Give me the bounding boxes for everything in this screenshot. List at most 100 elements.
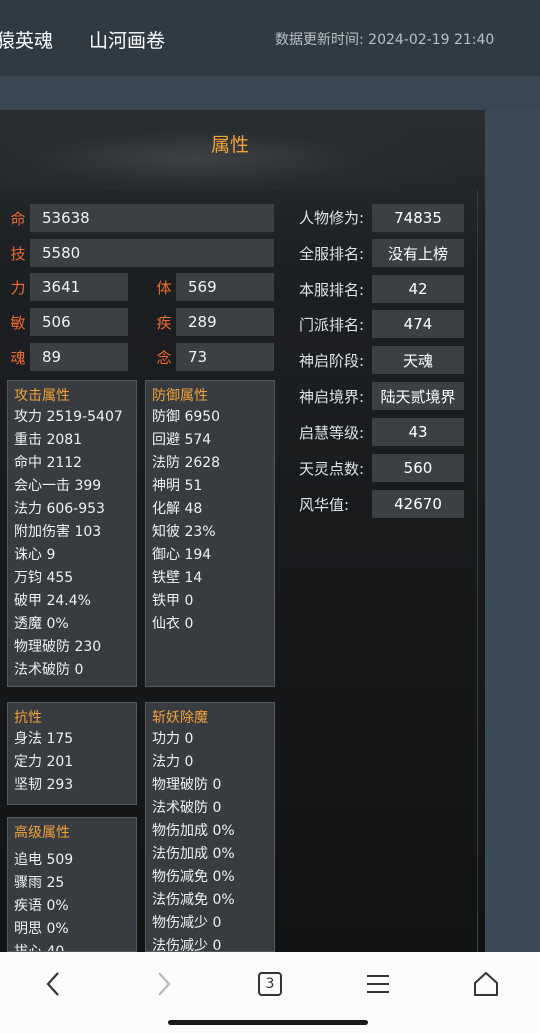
attribute-line: 法力 0: [152, 754, 194, 770]
group-attack: 攻击属性 攻力 2519-5407 重击 2081 命中 2112 会心一击 399 法…: [7, 380, 137, 687]
info-label-xiuwei: 人物修为:: [299, 209, 365, 227]
forward-button[interactable]: [144, 966, 184, 1002]
update-time: 数据更新时间: 2024-02-19 21:40: [275, 29, 494, 49]
menu-icon: [367, 975, 389, 993]
attribute-line: 御心 194: [152, 547, 212, 563]
info-label-local-rank: 本服排名:: [299, 281, 365, 299]
home-button[interactable]: [466, 966, 506, 1002]
attribute-line: 破甲 24.4%: [14, 593, 91, 609]
attribute-line: 回避 574: [152, 432, 212, 448]
group-resist: 抗性 身法 175 定力 201 坚韧 293: [7, 702, 137, 805]
attribute-line: 法防 2628: [152, 455, 221, 471]
attribute-line: 物伤加成 0%: [152, 823, 235, 839]
info-label-spirit-points: 天灵点数:: [299, 460, 365, 478]
stat-hun-label: 魂: [10, 348, 26, 367]
tab-shan-he-hua-juan[interactable]: 山河画卷: [89, 26, 165, 53]
attribute-line: 物伤减少 0: [152, 915, 222, 931]
info-label-sect-rank: 门派排名:: [299, 316, 365, 334]
home-icon: [474, 972, 498, 996]
group-demon-title: 斩妖除魔: [152, 710, 208, 726]
info-value-wisdom-level: 43: [372, 418, 464, 446]
info-label-server-rank: 全服排名:: [299, 245, 365, 263]
stat-ti-value: 569: [176, 273, 274, 301]
stat-ti-label: 体: [156, 278, 172, 297]
attribute-line: 化解 48: [152, 501, 203, 517]
attribute-line: 铁壁 14: [152, 570, 203, 586]
panel-title: 属性: [210, 134, 249, 156]
attribute-line: 法伤减少 0: [152, 938, 222, 952]
attribute-line: 法术破防 0: [152, 800, 222, 816]
menu-button[interactable]: [358, 966, 398, 1002]
stat-ji2-label: 疾: [156, 313, 172, 332]
chevron-right-icon: [158, 972, 171, 996]
stat-min-value: 506: [30, 308, 128, 336]
tabs-button[interactable]: 3: [250, 966, 290, 1002]
chevron-left-icon: [46, 972, 59, 996]
info-label-fenghua: 风华值:: [299, 496, 350, 514]
stat-ming-label: 命: [10, 209, 26, 228]
info-value-server-rank: 没有上榜: [372, 239, 464, 267]
group-defense-list: 防御 6950 回避 574 法防 2628 神明 51 化解 48 知彼 23% 御心 1…: [152, 406, 274, 636]
attribute-line: 诛心 9: [14, 547, 56, 563]
group-defense: 防御属性 防御 6950 回避 574 法防 2628 神明 51 化解 48 知彼 23…: [145, 380, 275, 687]
attribute-line: 仙衣 0: [152, 616, 194, 632]
attribute-line: 物理破防 0: [152, 777, 222, 793]
group-resist-list: 身法 175 定力 201 坚韧 293: [14, 728, 136, 797]
attribute-line: 法伤减免 0%: [152, 892, 235, 908]
attribute-line: 防御 6950: [152, 409, 221, 425]
info-value-sect-rank: 474: [372, 310, 464, 338]
stat-nian: 念 73: [152, 343, 274, 371]
group-attack-title: 攻击属性: [14, 388, 70, 404]
group-defense-title: 防御属性: [152, 388, 208, 404]
right-strip: [485, 110, 540, 952]
header-band: [0, 76, 540, 110]
attribute-line: 重击 2081: [14, 432, 83, 448]
attribute-line: 知彼 23%: [152, 524, 216, 540]
update-time-label: 数据更新时间:: [275, 32, 364, 48]
stat-li: 力 3641: [6, 273, 128, 301]
stat-ji2: 疾 289: [152, 308, 274, 336]
attribute-line: 拔心 40: [14, 944, 65, 952]
stat-min: 敏 506: [6, 308, 128, 336]
group-advanced: 高级属性 追电 509 骤雨 25 疾语 0% 明思 0% 拔心 40: [7, 817, 137, 952]
info-label-wisdom-level: 启慧等级:: [299, 424, 365, 442]
update-time-value: 2024-02-19 21:40: [368, 32, 495, 48]
attribute-line: 铁甲 0: [152, 593, 194, 609]
stat-ming: 命 53638: [6, 204, 274, 232]
group-attack-list: 攻力 2519-5407 重击 2081 命中 2112 会心一击 399 法力 606…: [14, 406, 136, 682]
attribute-line: 法伤加成 0%: [152, 846, 235, 862]
home-indicator[interactable]: [168, 1020, 368, 1025]
stat-li-value: 3641: [30, 273, 128, 301]
info-value-realm: 陆天贰境界: [372, 382, 464, 410]
attribute-line: 追电 509: [14, 852, 74, 868]
attribute-line: 疾语 0%: [14, 898, 69, 914]
stat-ming-value: 53638: [30, 204, 274, 232]
attribute-line: 坚韧 293: [14, 777, 74, 793]
group-advanced-title: 高级属性: [14, 825, 70, 841]
info-value-xiuwei: 74835: [372, 204, 464, 232]
tab-yuan-ying-hun[interactable]: 猿英魂: [0, 26, 53, 53]
info-label-stage: 神启阶段:: [299, 352, 365, 370]
stat-nian-value: 73: [176, 343, 274, 371]
info-label-realm: 神启境界:: [299, 388, 365, 406]
stat-nian-label: 念: [156, 348, 172, 367]
attribute-line: 命中 2112: [14, 455, 83, 471]
tabs-icon: 3: [258, 972, 282, 996]
stat-li-label: 力: [10, 278, 26, 297]
group-advanced-list: 追电 509 骤雨 25 疾语 0% 明思 0% 拔心 40: [14, 849, 136, 952]
group-demon-list: 功力 0 法力 0 物理破防 0 法术破防 0 物伤加成 0% 法伤加成 0% 物伤减免 0…: [152, 728, 274, 952]
info-value-spirit-points: 560: [372, 454, 464, 482]
attribute-line: 透魔 0%: [14, 616, 69, 632]
stat-hun: 魂 89: [6, 343, 128, 371]
top-header: 猿英魂 山河画卷 数据更新时间: 2024-02-19 21:40: [0, 0, 540, 76]
group-resist-title: 抗性: [14, 710, 42, 726]
attribute-line: 法力 606-953: [14, 501, 105, 517]
attribute-line: 神明 51: [152, 478, 203, 494]
attribute-line: 法术破防 0: [14, 662, 84, 678]
back-button[interactable]: [33, 966, 73, 1002]
stat-ti: 体 569: [152, 273, 274, 301]
attribute-line: 身法 175: [14, 731, 74, 747]
attribute-line: 定力 201: [14, 754, 74, 770]
attribute-line: 万钧 455: [14, 570, 74, 586]
attribute-line: 攻力 2519-5407: [14, 409, 123, 425]
